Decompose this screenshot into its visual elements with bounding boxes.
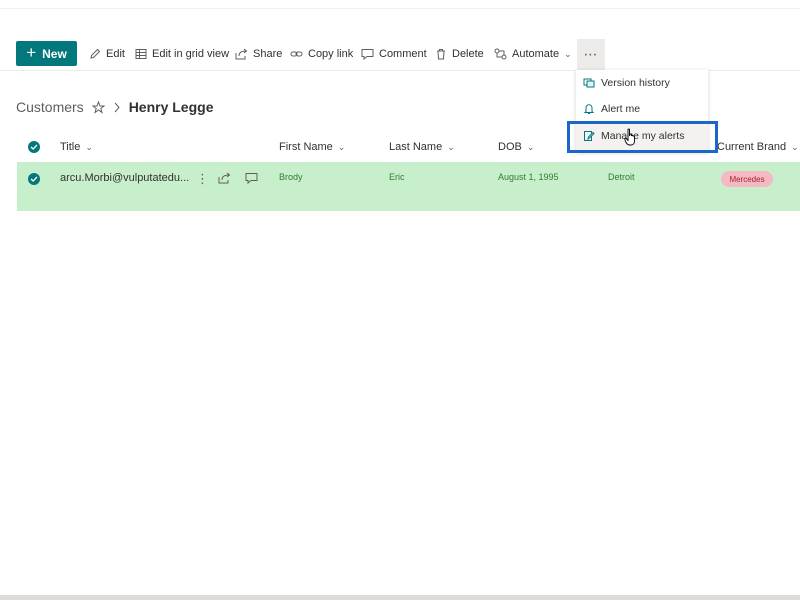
column-header-dob[interactable]: DOB ⌄: [498, 138, 534, 156]
highlight-box: [567, 121, 718, 153]
delete-button[interactable]: Delete: [435, 45, 484, 63]
share-button[interactable]: Share: [235, 45, 282, 63]
column-title-label: Title: [60, 141, 81, 153]
row-city: Detroit: [608, 172, 635, 182]
select-all-checkbox[interactable]: [28, 141, 40, 153]
edit-grid-button[interactable]: Edit in grid view: [135, 45, 229, 63]
edit-button-label: Edit: [106, 48, 125, 60]
chevron-right-icon: [114, 102, 120, 112]
checkmark-icon: [30, 144, 38, 150]
menu-item-alert-me[interactable]: Alert me: [576, 96, 708, 122]
chevron-down-icon: ⌄: [85, 141, 93, 152]
chevron-down-icon: ⌄: [791, 141, 799, 152]
breadcrumb-root[interactable]: Customers: [16, 99, 84, 115]
row-more-icon[interactable]: ⋮: [196, 171, 209, 187]
breadcrumb-current: Henry Legge: [128, 99, 214, 115]
row-share-icon[interactable]: [218, 172, 231, 184]
checkmark-icon: [30, 176, 38, 182]
row-title[interactable]: arcu.Morbi@vulputatedu...: [60, 172, 189, 184]
app-header-band: [0, 0, 800, 39]
column-dob-label: DOB: [498, 141, 522, 153]
new-button[interactable]: + New: [16, 41, 77, 66]
share-icon: [235, 48, 248, 60]
comment-label: Comment: [379, 48, 427, 60]
table-row[interactable]: [17, 162, 800, 211]
version-history-icon: [583, 78, 595, 88]
comment-button[interactable]: Comment: [361, 45, 427, 63]
automate-button[interactable]: Automate ⌄: [494, 45, 572, 63]
delete-label: Delete: [452, 48, 484, 60]
trash-icon: [437, 49, 445, 60]
comment-icon: [361, 49, 374, 60]
copy-link-label: Copy link: [308, 48, 354, 60]
chevron-down-icon: ⌄: [337, 141, 346, 152]
row-dob: August 1, 1995: [498, 172, 559, 182]
edit-button[interactable]: Edit: [89, 45, 125, 63]
column-header-current-brand[interactable]: Current Brand ⌄: [717, 138, 799, 156]
row-first-name: Brody: [279, 172, 303, 182]
chevron-down-icon: ⌄: [564, 48, 572, 59]
column-header-first-name[interactable]: First Name ⌄: [279, 138, 345, 156]
row-comment-icon[interactable]: [245, 172, 258, 184]
menu-item-label: Version history: [601, 77, 670, 89]
bell-icon: [583, 104, 595, 114]
new-button-label: New: [42, 46, 67, 61]
row-last-name: Eric: [389, 172, 405, 182]
breadcrumb: Customers Henry Legge: [16, 96, 214, 118]
column-current-brand-label: Current Brand: [717, 141, 787, 153]
chevron-down-icon: ⌄: [447, 141, 455, 152]
chevron-down-icon: ⌄: [526, 141, 535, 152]
link-icon: [290, 51, 303, 57]
edit-grid-label: Edit in grid view: [152, 48, 230, 60]
menu-item-label: Alert me: [601, 103, 641, 115]
hand-cursor-icon: [624, 128, 635, 146]
star-icon[interactable]: [91, 100, 105, 114]
more-actions-button[interactable]: ⋯: [577, 39, 605, 70]
grid-icon: [135, 49, 147, 59]
share-label: Share: [253, 48, 283, 60]
brand-pill: Mercedes: [721, 171, 773, 187]
row-checkbox[interactable]: [28, 173, 40, 185]
column-header-last-name[interactable]: Last Name ⌄: [389, 138, 455, 156]
horizontal-scrollbar[interactable]: [0, 595, 800, 600]
automate-icon: [494, 48, 507, 60]
pencil-icon: [90, 48, 101, 59]
header-divider: [0, 8, 800, 9]
copy-link-button[interactable]: Copy link: [290, 45, 353, 63]
plus-icon: +: [26, 43, 37, 62]
menu-item-version-history[interactable]: Version history: [576, 70, 708, 96]
column-last-name-label: Last Name: [389, 141, 443, 153]
automate-label: Automate: [512, 48, 560, 60]
column-first-name-label: First Name: [279, 141, 333, 153]
column-header-title[interactable]: Title ⌄: [60, 138, 93, 156]
